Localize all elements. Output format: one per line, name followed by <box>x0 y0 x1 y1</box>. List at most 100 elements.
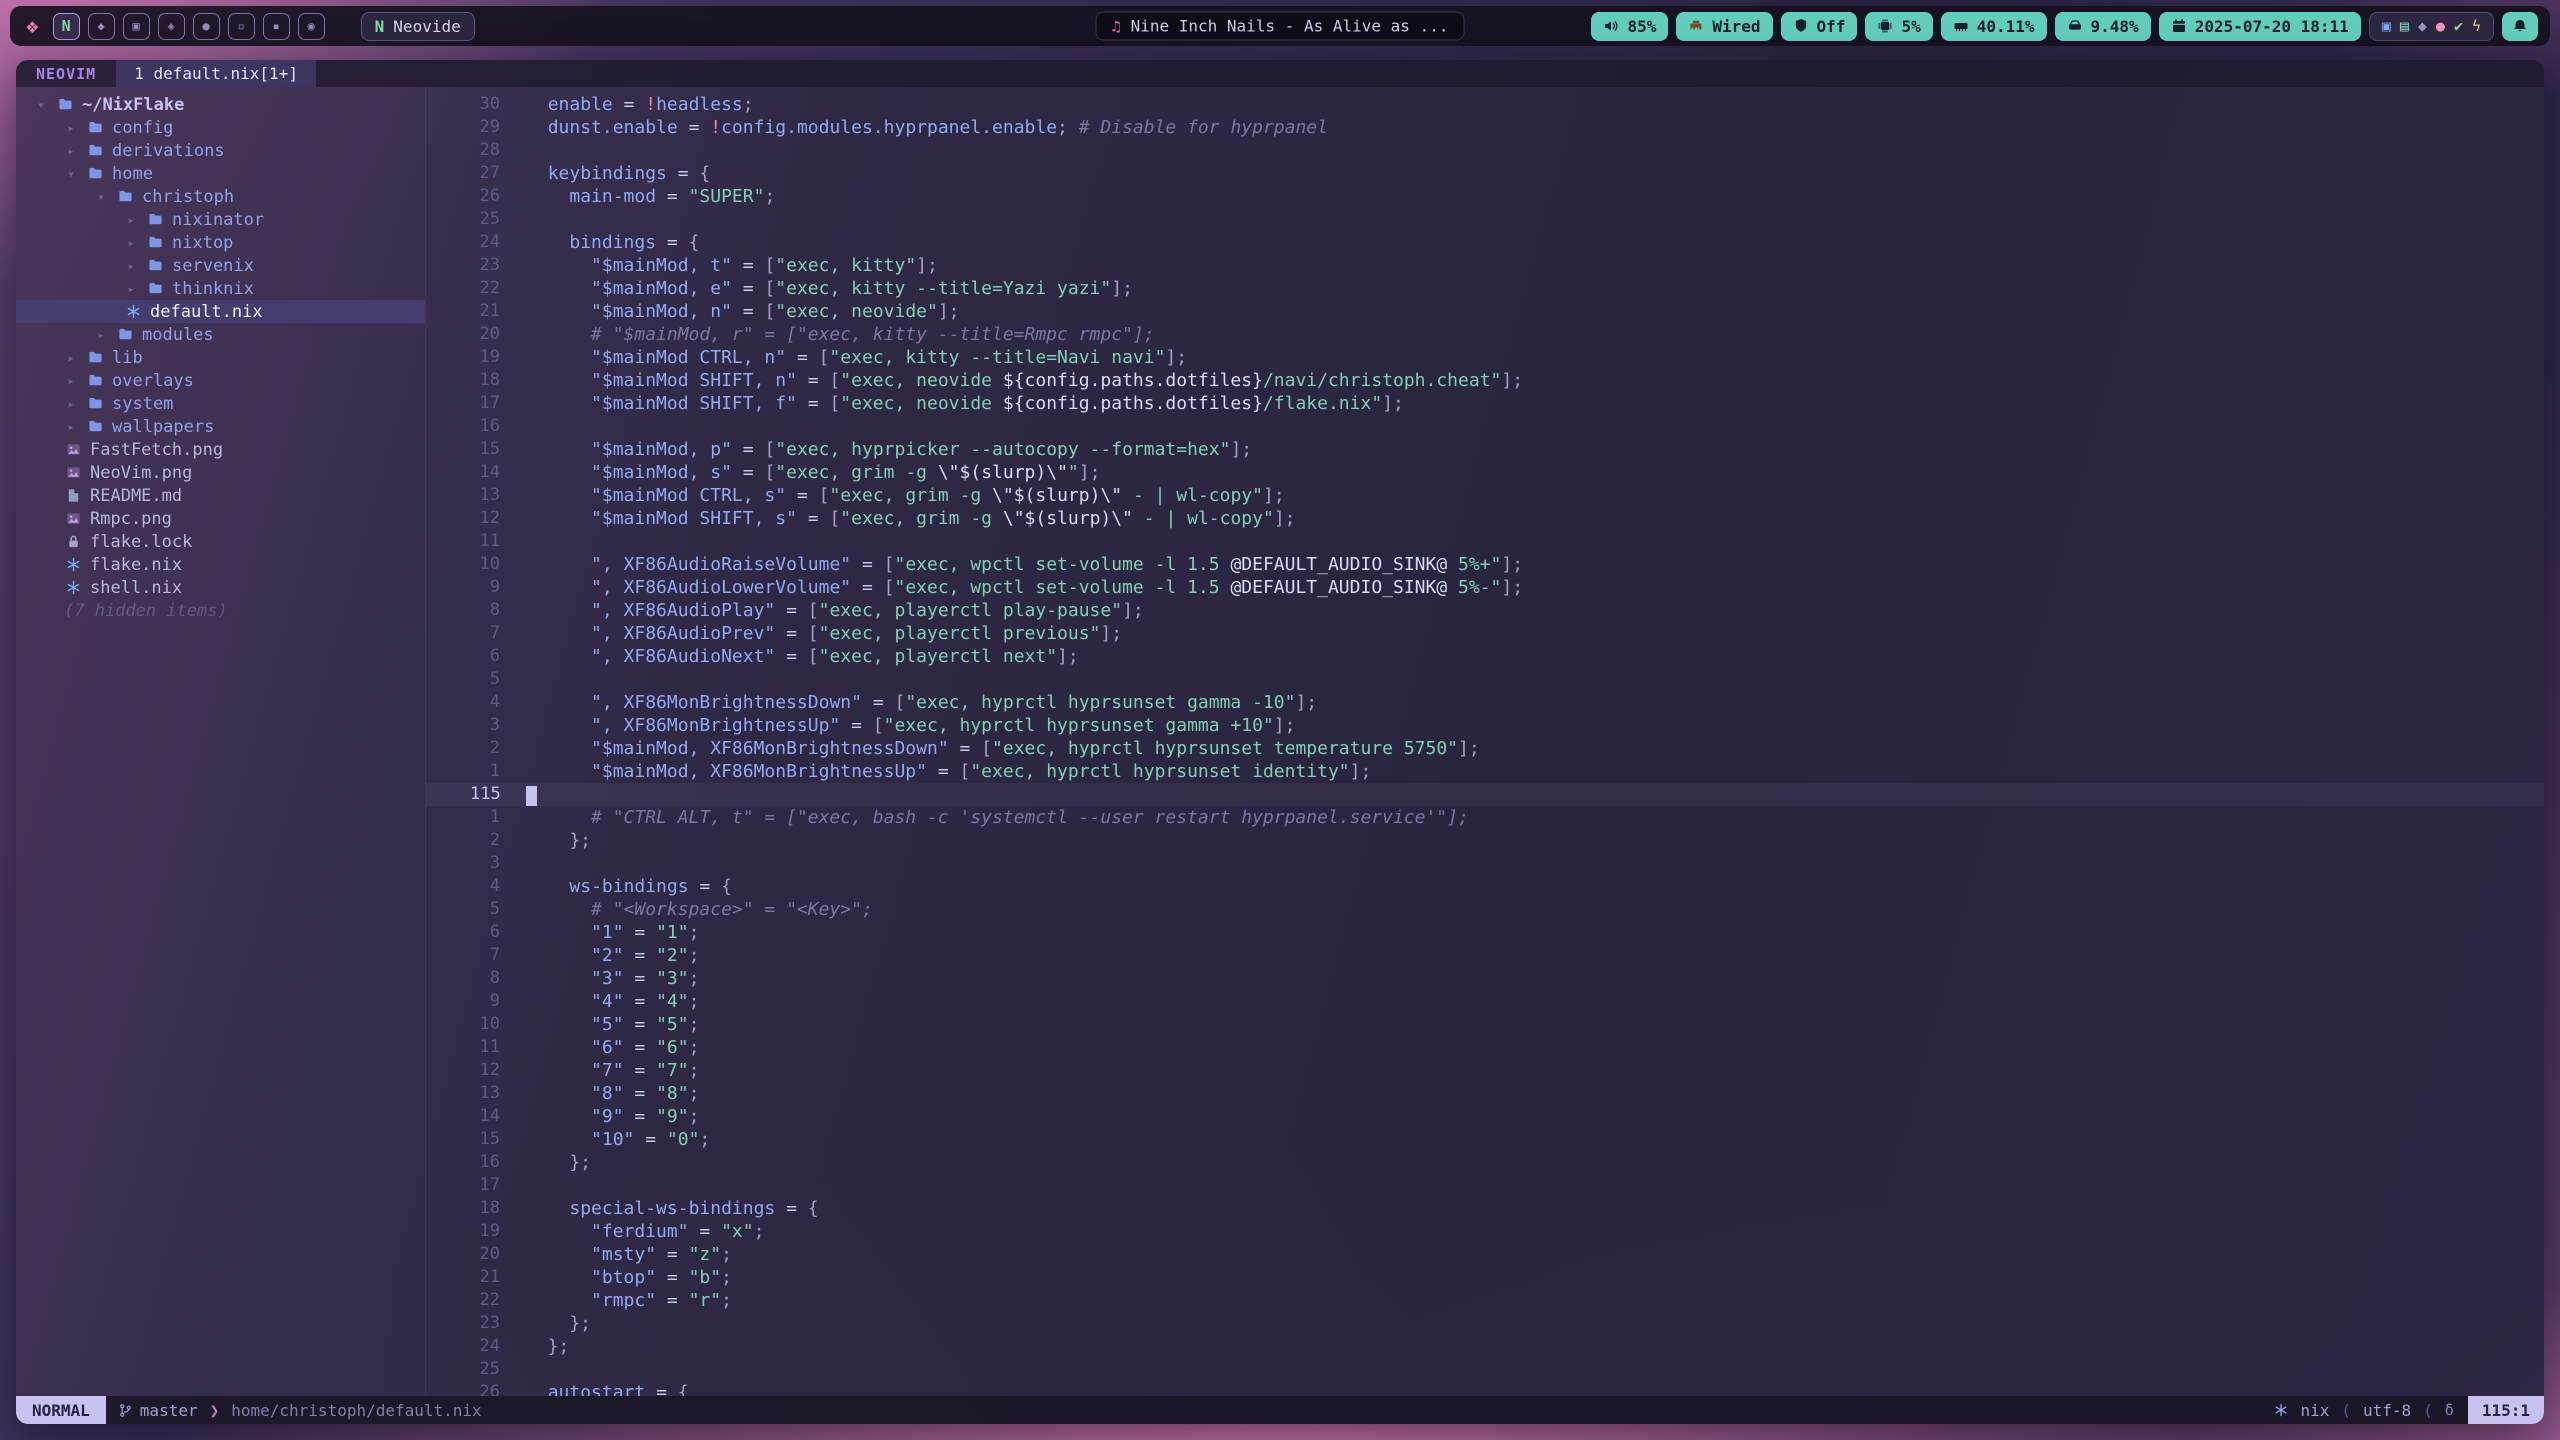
module-disk[interactable]: 9.48% <box>2055 12 2151 41</box>
code-line[interactable]: 2 }; <box>426 829 2544 852</box>
code-line[interactable]: 25 <box>426 208 2544 231</box>
code-line[interactable]: 29 dunst.enable = !config.modules.hyprpa… <box>426 116 2544 139</box>
code-line[interactable]: 6 "1" = "1"; <box>426 921 2544 944</box>
code-line[interactable]: 5 <box>426 668 2544 691</box>
tree-item-modules[interactable]: ▸modules <box>16 323 425 346</box>
code-line[interactable]: 10 "5" = "5"; <box>426 1013 2544 1036</box>
code-area[interactable]: 30 enable = !headless;29 dunst.enable = … <box>426 87 2544 1396</box>
workspace-3[interactable]: ▣ <box>123 13 150 40</box>
code-line[interactable]: 18 "$mainMod SHIFT, n" = ["exec, neovide… <box>426 369 2544 392</box>
code-line[interactable]: 22 "rmpc" = "r"; <box>426 1289 2544 1312</box>
code-line[interactable]: 14 "$mainMod, s" = ["exec, grim -g \"$(s… <box>426 461 2544 484</box>
module-volume[interactable]: 85% <box>1591 12 1668 41</box>
code-line[interactable]: 14 "9" = "9"; <box>426 1105 2544 1128</box>
tree-item-system[interactable]: ▸system <box>16 392 425 415</box>
code-line[interactable]: 20 "msty" = "z"; <box>426 1243 2544 1266</box>
code-line[interactable]: 18 special-ws-bindings = { <box>426 1197 2544 1220</box>
tray-indicator-icon[interactable]: ● <box>2436 19 2445 34</box>
code-line[interactable]: 15 "$mainMod, p" = ["exec, hyprpicker --… <box>426 438 2544 461</box>
code-line[interactable]: 21 "$mainMod, n" = ["exec, neovide"]; <box>426 300 2544 323</box>
code-line[interactable]: 10 ", XF86AudioRaiseVolume" = ["exec, wp… <box>426 553 2544 576</box>
code-line[interactable]: 26 main-mod = "SUPER"; <box>426 185 2544 208</box>
code-line[interactable]: 27 keybindings = { <box>426 162 2544 185</box>
code-line[interactable]: 5 # "<Workspace>" = "<Key>"; <box>426 898 2544 921</box>
tree-item-nixtop[interactable]: ▸nixtop <box>16 231 425 254</box>
tray-device-icon[interactable]: ▤ <box>2400 19 2409 34</box>
tree-item--7-hidden-items-[interactable]: (7 hidden items) <box>16 599 425 622</box>
code-line[interactable]: 28 <box>426 139 2544 162</box>
code-line[interactable]: 9 ", XF86AudioLowerVolume" = ["exec, wpc… <box>426 576 2544 599</box>
code-line[interactable]: 11 <box>426 530 2544 553</box>
code-line[interactable]: 4 ", XF86MonBrightnessDown" = ["exec, hy… <box>426 691 2544 714</box>
module-network[interactable]: Wired <box>1676 12 1772 41</box>
code-line[interactable]: 13 "8" = "8"; <box>426 1082 2544 1105</box>
code-line[interactable]: 20 # "$mainMod, r" = ["exec, kitty --tit… <box>426 323 2544 346</box>
code-line[interactable]: 16 }; <box>426 1151 2544 1174</box>
code-line[interactable]: 19 "$mainMod CTRL, n" = ["exec, kitty --… <box>426 346 2544 369</box>
workspace-5[interactable]: ● <box>193 13 220 40</box>
tree-item-wallpapers[interactable]: ▸wallpapers <box>16 415 425 438</box>
tab-default-nix[interactable]: 1 default.nix[1+] <box>116 60 316 87</box>
module-vpn[interactable]: Off <box>1781 12 1858 41</box>
code-line[interactable]: 15 "10" = "0"; <box>426 1128 2544 1151</box>
tree-item-home[interactable]: ▾home <box>16 162 425 185</box>
tree-item-lib[interactable]: ▸lib <box>16 346 425 369</box>
tray-shield-icon[interactable]: ◆ <box>2418 19 2427 34</box>
code-line[interactable]: 1 # "CTRL ALT, t" = ["exec, bash -c 'sys… <box>426 806 2544 829</box>
workspace-1[interactable]: N <box>53 13 80 40</box>
git-branch[interactable]: master <box>118 1401 198 1420</box>
tree-item-overlays[interactable]: ▸overlays <box>16 369 425 392</box>
code-line[interactable]: 8 "3" = "3"; <box>426 967 2544 990</box>
code-line[interactable]: 3 ", XF86MonBrightnessUp" = ["exec, hypr… <box>426 714 2544 737</box>
tree-item-derivations[interactable]: ▸derivations <box>16 139 425 162</box>
code-line[interactable]: 9 "4" = "4"; <box>426 990 2544 1013</box>
code-line[interactable]: 115 <box>426 783 2544 806</box>
workspace-7[interactable]: ▪ <box>263 13 290 40</box>
tree-item-rmpc.png[interactable]: Rmpc.png <box>16 507 425 530</box>
module-cpu[interactable]: 5% <box>1865 12 1932 41</box>
tray-power-icon[interactable]: ϟ <box>2472 19 2481 34</box>
workspace-2[interactable]: ◆ <box>88 13 115 40</box>
code-line[interactable]: 4 ws-bindings = { <box>426 875 2544 898</box>
code-line[interactable]: 13 "$mainMod CTRL, s" = ["exec, grim -g … <box>426 484 2544 507</box>
code-line[interactable]: 17 <box>426 1174 2544 1197</box>
tree-item-shell.nix[interactable]: shell.nix <box>16 576 425 599</box>
code-line[interactable]: 12 "7" = "7"; <box>426 1059 2544 1082</box>
tree-item--nixflake[interactable]: ▾~/NixFlake <box>16 93 425 116</box>
code-line[interactable]: 23 }; <box>426 1312 2544 1335</box>
code-line[interactable]: 23 "$mainMod, t" = ["exec, kitty"]; <box>426 254 2544 277</box>
tree-item-thinknix[interactable]: ▸thinknix <box>16 277 425 300</box>
tree-item-neovim.png[interactable]: NeoVim.png <box>16 461 425 484</box>
code-line[interactable]: 2 "$mainMod, XF86MonBrightnessDown" = ["… <box>426 737 2544 760</box>
tree-item-fastfetch.png[interactable]: FastFetch.png <box>16 438 425 461</box>
tree-item-default.nix[interactable]: default.nix <box>16 300 425 323</box>
workspace-6[interactable]: ▫ <box>228 13 255 40</box>
code-line[interactable]: 19 "ferdium" = "x"; <box>426 1220 2544 1243</box>
launcher-icon[interactable]: ❖ <box>22 16 43 37</box>
code-line[interactable]: 1 "$mainMod, XF86MonBrightnessUp" = ["ex… <box>426 760 2544 783</box>
code-line[interactable]: 22 "$mainMod, e" = ["exec, kitty --title… <box>426 277 2544 300</box>
module-clock[interactable]: 2025-07-20 18:11 <box>2159 12 2361 41</box>
code-line[interactable]: 3 <box>426 852 2544 875</box>
code-line[interactable]: 30 enable = !headless; <box>426 93 2544 116</box>
code-line[interactable]: 12 "$mainMod SHIFT, s" = ["exec, grim -g… <box>426 507 2544 530</box>
code-line[interactable]: 24 bindings = { <box>426 231 2544 254</box>
tree-item-readme.md[interactable]: README.md <box>16 484 425 507</box>
code-line[interactable]: 25 <box>426 1358 2544 1381</box>
tree-item-servenix[interactable]: ▸servenix <box>16 254 425 277</box>
code-line[interactable]: 16 <box>426 415 2544 438</box>
code-line[interactable]: 8 ", XF86AudioPlay" = ["exec, playerctl … <box>426 599 2544 622</box>
code-line[interactable]: 7 ", XF86AudioPrev" = ["exec, playerctl … <box>426 622 2544 645</box>
tree-item-flake.lock[interactable]: flake.lock <box>16 530 425 553</box>
tree-item-config[interactable]: ▸config <box>16 116 425 139</box>
code-line[interactable]: 6 ", XF86AudioNext" = ["exec, playerctl … <box>426 645 2544 668</box>
notification-bell[interactable] <box>2502 12 2538 41</box>
music-widget[interactable]: ♫ Nine Inch Nails - As Alive as ... <box>1096 12 1465 41</box>
workspace-4[interactable]: ◈ <box>158 13 185 40</box>
tray-check-icon[interactable]: ✔ <box>2454 19 2463 34</box>
tree-item-christoph[interactable]: ▾christoph <box>16 185 425 208</box>
module-memory[interactable]: 40.11% <box>1941 12 2047 41</box>
code-line[interactable]: 11 "6" = "6"; <box>426 1036 2544 1059</box>
tree-item-nixinator[interactable]: ▸nixinator <box>16 208 425 231</box>
code-line[interactable]: 24 }; <box>426 1335 2544 1358</box>
